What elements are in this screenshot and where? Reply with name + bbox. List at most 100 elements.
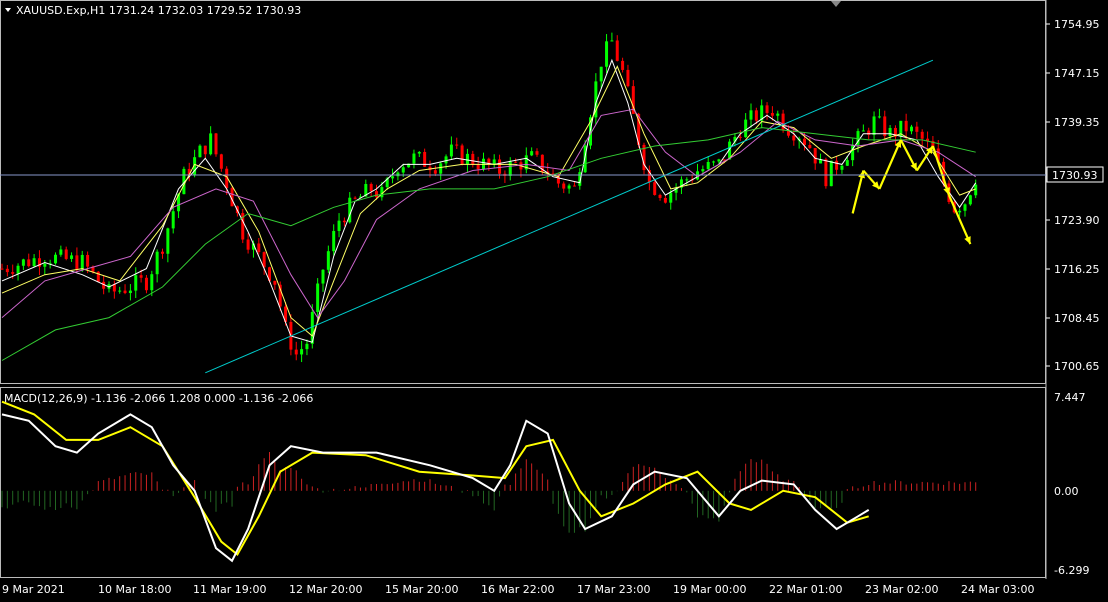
candle-body: [54, 254, 57, 264]
candle-body: [332, 231, 336, 252]
candle-body: [685, 179, 689, 181]
candle-body: [326, 251, 330, 270]
time-axis: 9 Mar 2021 10 Mar 18:00 11 Mar 19:00 12 …: [2, 583, 1034, 596]
candle-body: [872, 116, 876, 135]
candle-body: [16, 265, 20, 274]
time-label: 15 Mar 20:00: [385, 583, 458, 596]
candle-body: [658, 194, 662, 198]
time-label: 10 Mar 18:00: [98, 583, 171, 596]
macd-header: MACD(12,26,9) -1.136 -2.066 1.208 0.000 …: [4, 392, 313, 405]
candle-body: [118, 290, 122, 292]
candle-body: [246, 239, 250, 250]
candle-body: [257, 243, 261, 253]
candle-body: [845, 160, 849, 166]
time-label: 16 Mar 22:00: [481, 583, 554, 596]
price-axis: 1754.95 1747.15 1739.35 1723.90 1716.25 …: [1046, 18, 1100, 373]
candle-body: [754, 110, 758, 121]
forecast-arrow-head: [943, 187, 951, 196]
price-tick: 1754.95: [1054, 18, 1100, 31]
candle-body: [840, 165, 844, 170]
time-label: 19 Mar 00:00: [673, 583, 746, 596]
candle-body: [968, 195, 972, 205]
candle-body: [64, 249, 68, 259]
candle-body: [417, 151, 421, 154]
candle-body: [883, 116, 887, 137]
time-label: 24 Mar 03:00: [961, 583, 1034, 596]
price-tick: 1700.65: [1054, 360, 1100, 373]
candle-body: [209, 133, 213, 155]
candle-body: [749, 110, 753, 120]
candle-body: [161, 251, 164, 254]
candle-body: [455, 144, 459, 146]
forecast-arrow: [878, 139, 902, 190]
candle-body: [530, 151, 534, 156]
candle-body: [300, 349, 304, 355]
candle-body: [706, 161, 710, 170]
candle-body: [770, 112, 774, 116]
symbol-header: XAUUSD.Exp,H1 1731.24 1732.03 1729.52 17…: [16, 4, 301, 17]
candle-body: [43, 263, 47, 267]
candle-body: [32, 258, 36, 267]
moving-averages: [1, 58, 977, 374]
candle-body: [792, 135, 796, 141]
candle-body: [294, 349, 298, 355]
candle-body: [877, 116, 881, 118]
candle-body: [375, 191, 378, 198]
candle-body: [214, 133, 218, 155]
candle-body: [813, 148, 817, 164]
candle-body: [21, 259, 25, 266]
candle-body: [80, 254, 84, 270]
candle-body: [11, 272, 15, 274]
candle-body: [134, 275, 138, 291]
time-label: 22 Mar 01:00: [769, 583, 842, 596]
candle-body: [449, 144, 453, 157]
triangle-down-icon[interactable]: [5, 8, 11, 12]
candle-body: [776, 113, 780, 116]
candle-body: [412, 153, 416, 164]
scroll-marker-icon[interactable]: [831, 1, 841, 7]
candle-body: [738, 136, 742, 138]
candle-body: [974, 184, 978, 196]
candle-body: [396, 172, 400, 177]
candle-body: [353, 197, 357, 199]
candle-body: [86, 254, 90, 267]
candle-body: [963, 204, 967, 211]
candle-body: [171, 211, 175, 229]
candle-body: [835, 160, 839, 170]
candle-body: [439, 163, 443, 174]
candle-body: [155, 251, 159, 275]
candle-body: [139, 275, 143, 278]
candle-body: [401, 167, 405, 173]
candle-body: [471, 153, 475, 165]
price-tick: 1739.35: [1054, 116, 1100, 129]
price-tick: 1716.25: [1054, 263, 1100, 276]
candle-body: [904, 120, 908, 132]
time-label: 11 Mar 19:00: [193, 583, 266, 596]
candle-body: [498, 159, 502, 174]
candle-body: [59, 249, 63, 255]
candle-body: [808, 145, 812, 149]
chart-canvas[interactable]: XAUUSD.Exp,H1 1731.24 1732.03 1729.52 17…: [0, 0, 1108, 599]
candles: [0, 32, 978, 363]
candle-body: [717, 159, 721, 162]
moving-average-violet: [1, 108, 976, 319]
candle-body: [712, 161, 716, 163]
candle-body: [567, 185, 571, 189]
candle-body: [599, 66, 603, 82]
candle-body: [128, 290, 132, 294]
macd-histogram: [1, 452, 977, 533]
time-label: 9 Mar 2021: [2, 583, 65, 596]
candle-body: [888, 127, 892, 137]
macd-tick: 0.00: [1054, 485, 1079, 498]
chart-window[interactable]: XAUUSD.Exp,H1 1731.24 1732.03 1729.52 17…: [0, 0, 1108, 599]
candle-body: [70, 255, 74, 259]
candle-body: [444, 156, 448, 164]
candle-body: [535, 151, 539, 155]
candle-body: [621, 60, 625, 70]
macd-tick: -6.299: [1054, 564, 1089, 577]
current-price-label: 1730.93: [1052, 169, 1098, 182]
candle-body: [829, 160, 833, 187]
price-tick: 1747.15: [1054, 67, 1100, 80]
candle-body: [391, 176, 395, 179]
candle-body: [562, 183, 566, 189]
